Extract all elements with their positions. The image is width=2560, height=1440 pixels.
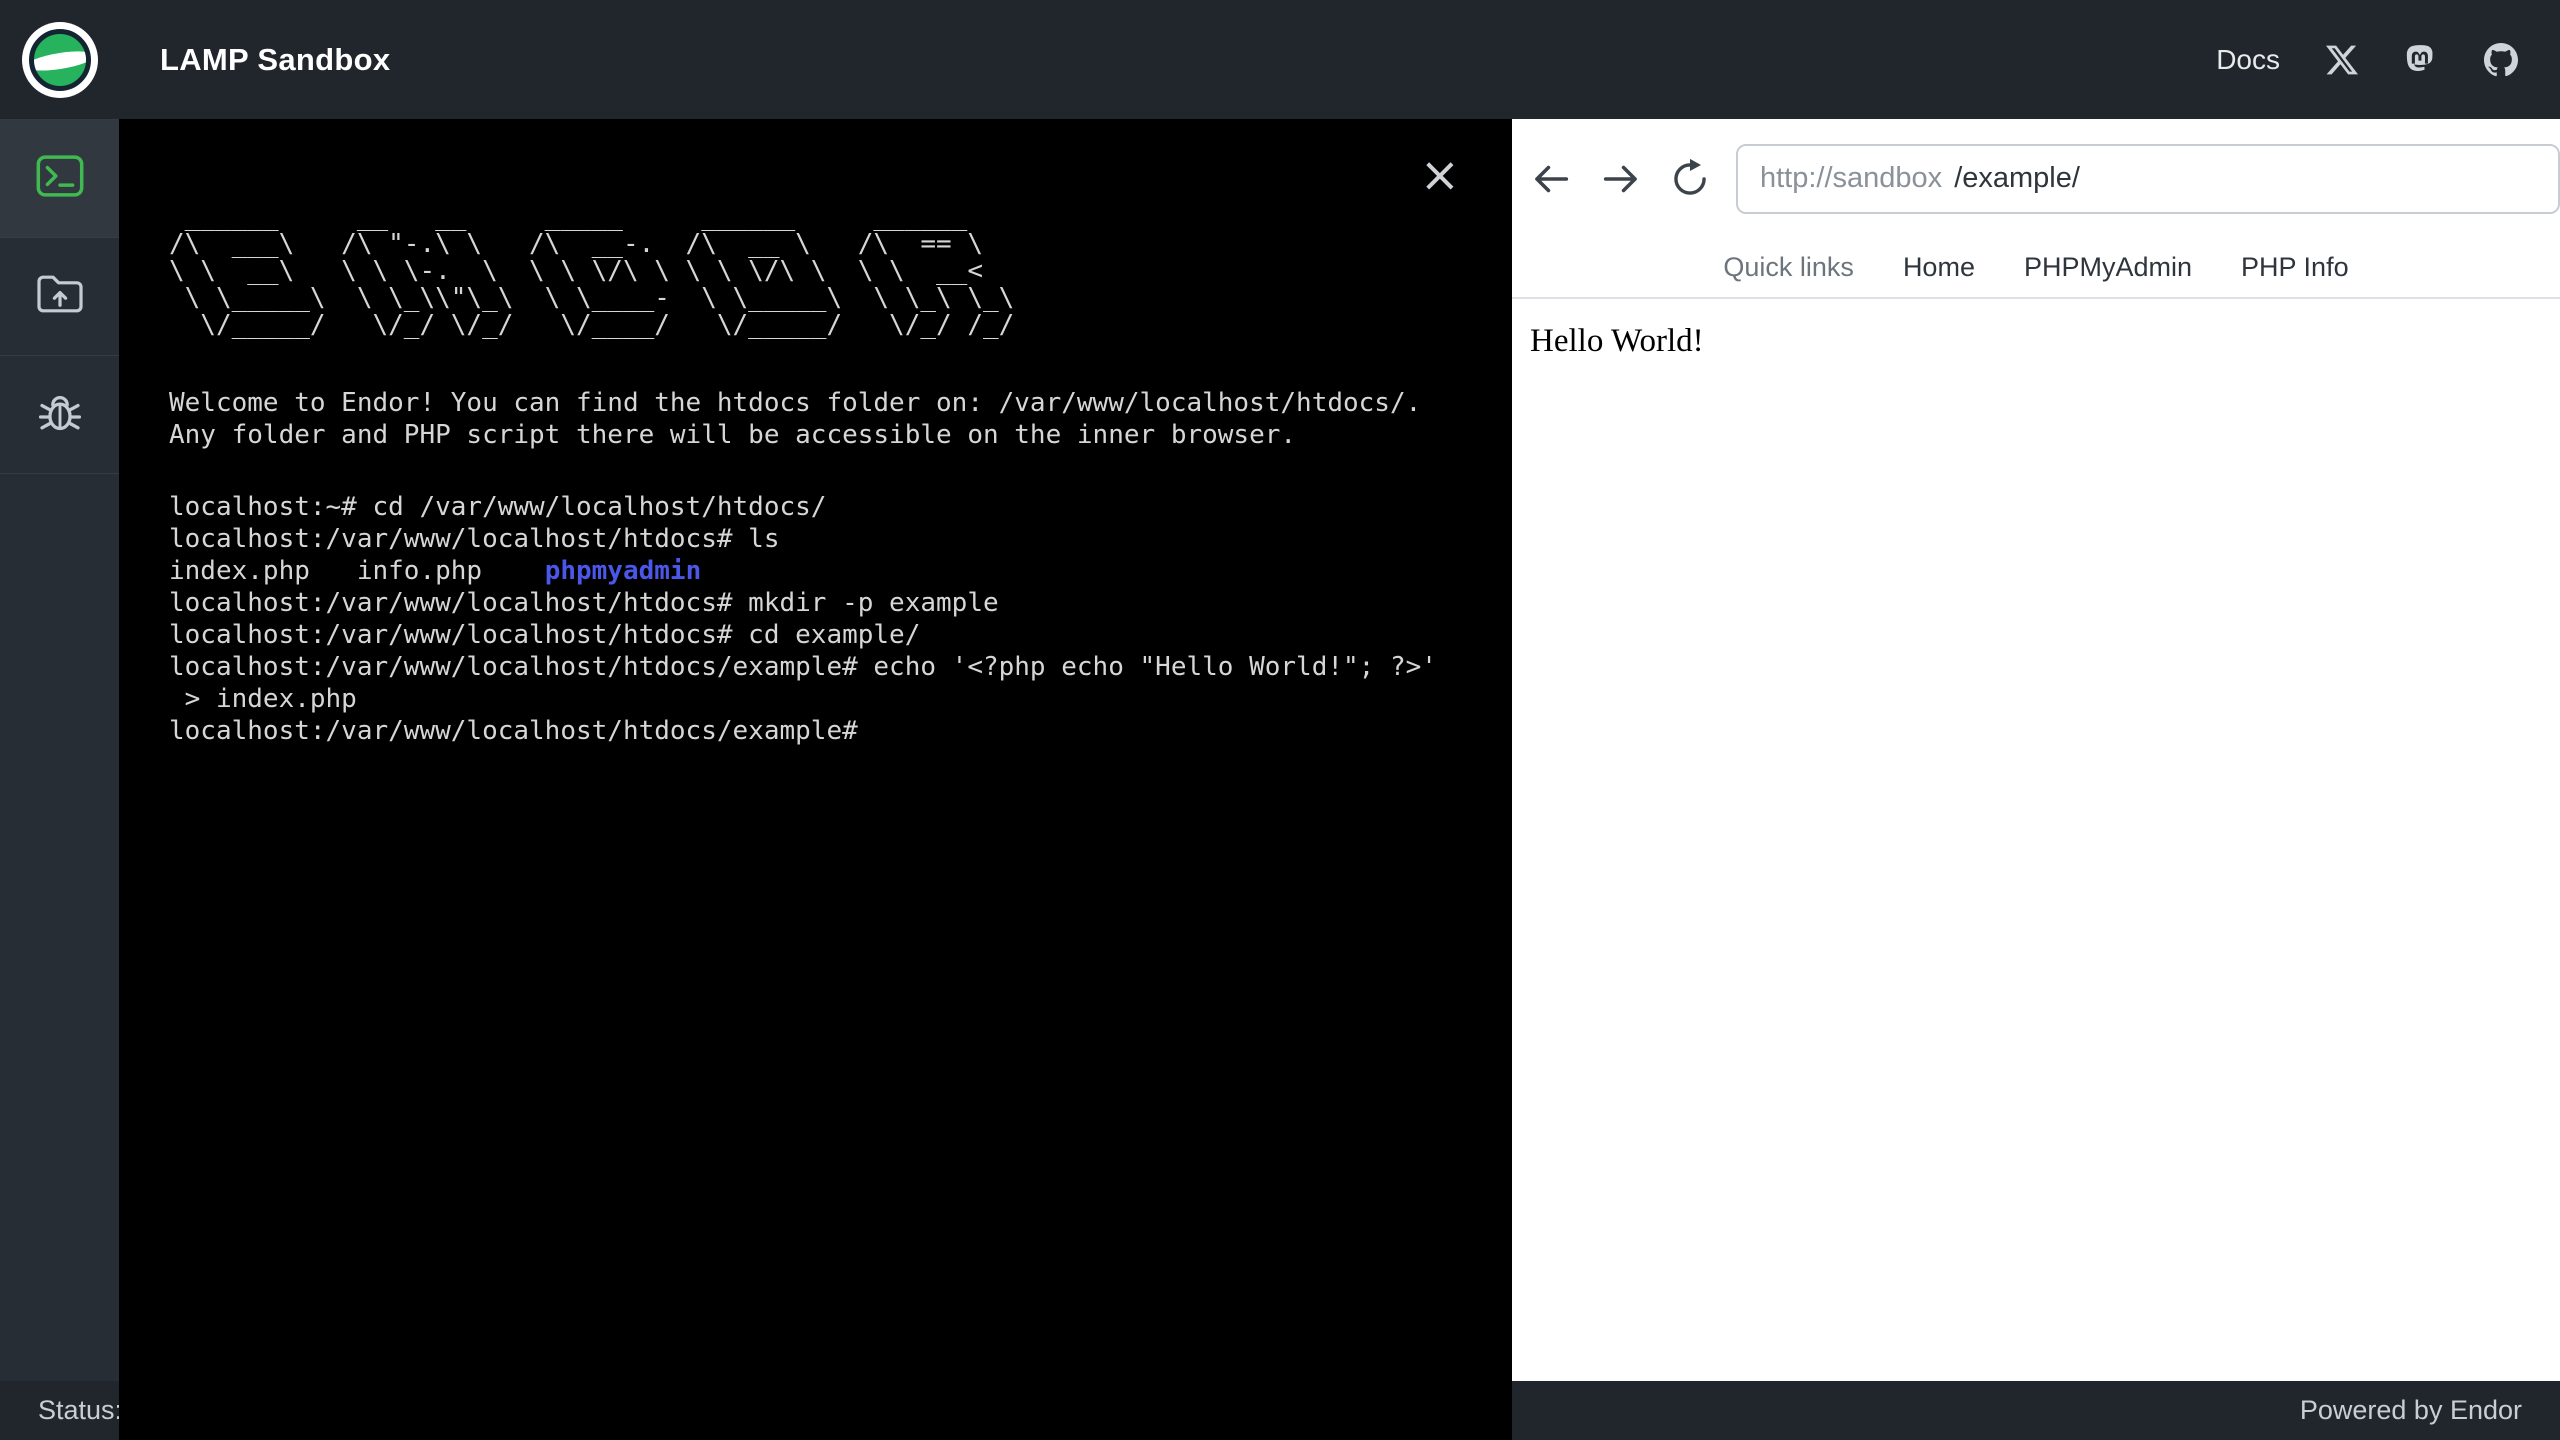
back-icon[interactable] [1528, 156, 1574, 202]
quick-link-phpmyadmin[interactable]: PHPMyAdmin [2024, 252, 2192, 283]
topbar: LAMP Sandbox Docs [0, 0, 2560, 119]
endor-logo-mark [29, 28, 91, 91]
ls-directory: phpmyadmin [544, 556, 702, 586]
url-host: http://sandbox [1760, 162, 1943, 194]
terminal-prompt[interactable]: localhost:/var/www/localhost/htdocs/exam… [169, 715, 1492, 747]
endor-ascii-logo: ______ __ __ _____ ______ ______ /\ ___\… [169, 202, 1015, 340]
terminal-command-line: localhost:/var/www/localhost/htdocs# mkd… [169, 588, 999, 618]
terminal-command-line: localhost:/var/www/localhost/htdocs/exam… [169, 652, 1437, 682]
browser-toolbar: http://sandbox /example/ [1512, 119, 2560, 238]
mastodon-icon[interactable] [2404, 43, 2438, 77]
terminal-ls-output: index.php info.php phpmyadmin [169, 555, 1492, 587]
quick-links-bar: Quick links Home PHPMyAdmin PHP Info [1512, 238, 2560, 299]
quick-link-home[interactable]: Home [1903, 252, 1975, 283]
ls-files: index.php info.php [169, 556, 545, 586]
url-input[interactable]: http://sandbox /example/ [1736, 143, 2560, 214]
sidebar-item-file-upload[interactable] [0, 238, 119, 356]
terminal-panel[interactable]: × ______ __ __ _____ ______ ______ /\ __… [119, 119, 1512, 1440]
quick-link-phpinfo[interactable]: PHP Info [2241, 252, 2349, 283]
docs-link[interactable]: Docs [2216, 44, 2280, 76]
status-label: Status: [38, 1395, 123, 1425]
github-icon[interactable] [2484, 42, 2518, 77]
url-path: /example/ [1954, 162, 2080, 194]
terminal-command-line: localhost:/var/www/localhost/htdocs# cd … [169, 620, 921, 650]
browser-panel: http://sandbox /example/ Quick links Hom… [1512, 119, 2560, 1381]
terminal-icon [36, 155, 84, 202]
page-content-text: Hello World! [1530, 323, 1704, 359]
terminal-welcome-line-1: Welcome to Endor! You can find the htdoc… [169, 388, 1422, 418]
terminal-command-wrapped-line: > index.php [169, 684, 357, 714]
sidebar [0, 119, 119, 1381]
terminal-command-line: localhost:~# cd /var/www/localhost/htdoc… [169, 492, 827, 522]
sidebar-item-terminal[interactable] [0, 120, 119, 238]
sidebar-item-debug[interactable] [0, 356, 119, 474]
terminal-welcome-line-2: Any folder and PHP script there will be … [169, 420, 1297, 450]
folder-upload-icon [36, 273, 84, 320]
topbar-actions: Docs [2216, 42, 2560, 77]
quick-links-label: Quick links [1723, 252, 1854, 282]
refresh-icon[interactable] [1668, 157, 1712, 201]
close-icon[interactable]: × [1420, 151, 1460, 199]
bug-icon [37, 389, 83, 440]
browser-viewport: Hello World! [1512, 299, 2560, 360]
x-twitter-icon[interactable] [2326, 44, 2358, 76]
endor-logo[interactable] [22, 21, 98, 98]
forward-icon[interactable] [1598, 156, 1644, 202]
app-title: LAMP Sandbox [160, 41, 391, 77]
powered-by: Powered by Endor [2299, 1395, 2522, 1425]
terminal-command-line: localhost:/var/www/localhost/htdocs# ls [169, 524, 780, 554]
